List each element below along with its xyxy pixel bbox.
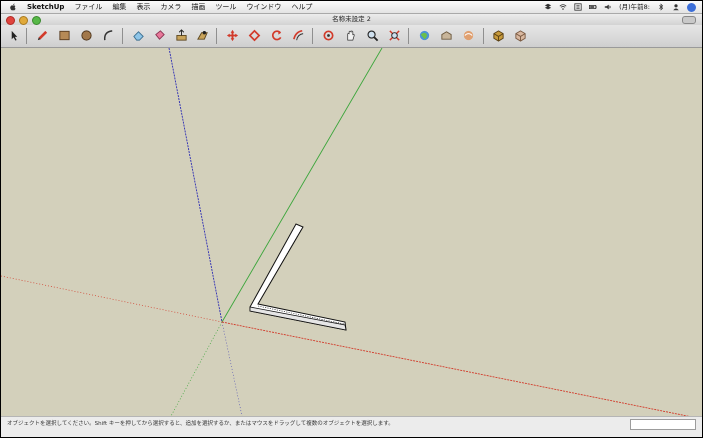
dropbox-icon[interactable] [544, 3, 552, 11]
menu-edit[interactable]: 編集 [112, 1, 126, 13]
toolbar-separator [216, 28, 217, 44]
volume-icon[interactable] [604, 3, 612, 11]
user-icon[interactable] [672, 3, 680, 11]
menu-file[interactable]: ファイル [74, 1, 102, 13]
follow-me-tool-icon[interactable] [195, 28, 210, 43]
menubar-clock[interactable]: (月)午前8: [619, 1, 650, 13]
blue-axis-line [168, 48, 223, 323]
arc-tool-icon[interactable] [101, 28, 116, 43]
toolbar-separator [312, 28, 313, 44]
select-tool-icon[interactable] [7, 28, 22, 43]
paint-bucket-tool-icon[interactable] [152, 28, 167, 43]
viewport-scene [1, 48, 690, 416]
share-model-tool-icon[interactable] [439, 28, 454, 43]
input-menu-icon[interactable] [574, 3, 582, 11]
pencil-tool-icon[interactable] [35, 28, 50, 43]
pan-tool-icon[interactable] [343, 28, 358, 43]
red-axis-line [221, 321, 690, 416]
toolbar-separator [26, 28, 27, 44]
circle-tool-icon[interactable] [79, 28, 94, 43]
toolbar-separator [122, 28, 123, 44]
window-titlebar: 名称未設定 2 [1, 14, 702, 25]
mac-menubar: SketchUp ファイル 編集 表示 カメラ 描画 ツール ウインドウ ヘルプ… [1, 1, 702, 14]
modeling-viewport[interactable] [1, 48, 702, 416]
main-toolbar [1, 25, 702, 48]
menu-window[interactable]: ウインドウ [246, 1, 281, 13]
component-tool-icon[interactable] [491, 28, 506, 43]
blue-axis-hidden [221, 321, 243, 416]
spotlight-icon[interactable] [687, 2, 696, 12]
green-axis-line [221, 48, 383, 323]
apple-menu-icon[interactable] [9, 3, 17, 11]
scale-tool-icon[interactable] [269, 28, 284, 43]
window-title: 名称未設定 2 [332, 15, 371, 23]
green-axis-hidden [170, 321, 223, 416]
toolbar-separator [483, 28, 484, 44]
battery-icon[interactable] [589, 3, 597, 11]
menu-tools[interactable]: ツール [215, 1, 236, 13]
minimize-window-button[interactable] [19, 16, 28, 25]
status-hint-text: オブジェクトを選択してください。Shift キーを押してから選択すると、追加を選… [7, 421, 394, 427]
measurements-box[interactable] [630, 419, 696, 430]
move-tool-icon[interactable] [225, 28, 240, 43]
eraser-tool-icon[interactable] [131, 28, 146, 43]
menu-draw[interactable]: 描画 [191, 1, 205, 13]
menu-view[interactable]: 表示 [136, 1, 150, 13]
menu-help[interactable]: ヘルプ [291, 1, 312, 13]
orbit-tool-icon[interactable] [321, 28, 336, 43]
sketchup-window: SketchUp ファイル 編集 表示 カメラ 描画 ツール ウインドウ ヘルプ… [1, 1, 702, 437]
menu-app-name[interactable]: SketchUp [27, 1, 64, 13]
toolbar-separator [408, 28, 409, 44]
status-bar: オブジェクトを選択してください。Shift キーを押してから選択すると、追加を選… [1, 416, 702, 437]
bluetooth-icon[interactable] [657, 3, 665, 11]
rectangle-tool-icon[interactable] [57, 28, 72, 43]
l-shaped-model[interactable] [249, 223, 347, 331]
zoom-extents-tool-icon[interactable] [387, 28, 402, 43]
rotate-tool-icon[interactable] [247, 28, 262, 43]
zoom-tool-icon[interactable] [365, 28, 380, 43]
get-models-tool-icon[interactable] [417, 28, 432, 43]
wifi-icon[interactable] [559, 3, 567, 11]
zoom-window-button[interactable] [32, 16, 41, 25]
3d-warehouse-tool-icon[interactable] [513, 28, 528, 43]
menu-camera[interactable]: カメラ [160, 1, 181, 13]
toolbar-toggle-button[interactable] [682, 16, 696, 24]
upload-tool-icon[interactable] [461, 28, 476, 43]
red-axis-hidden [1, 275, 223, 323]
close-window-button[interactable] [6, 16, 15, 25]
offset-tool-icon[interactable] [291, 28, 306, 43]
push-pull-tool-icon[interactable] [174, 28, 189, 43]
